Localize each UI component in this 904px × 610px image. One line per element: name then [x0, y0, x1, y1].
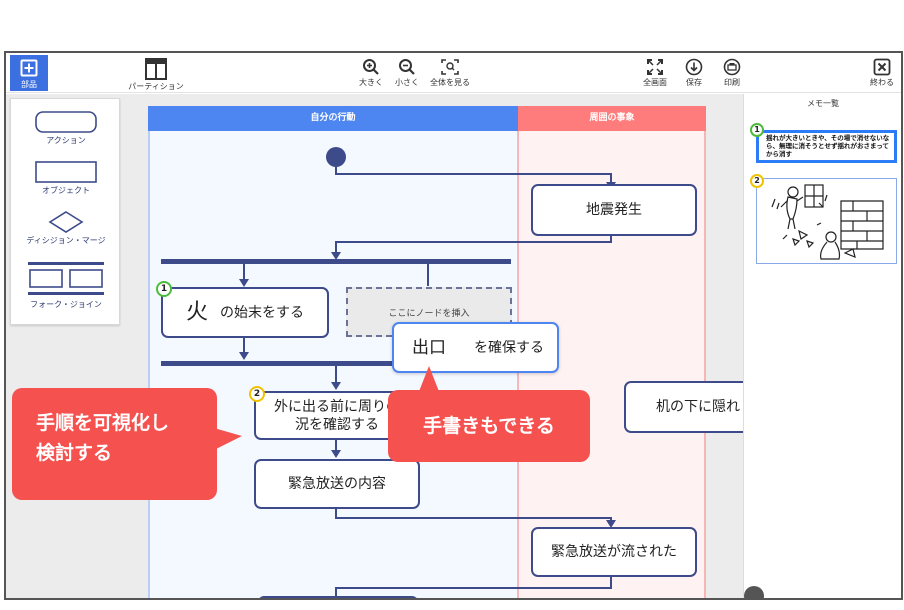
memo-panel-title: メモ一覧	[807, 99, 839, 108]
node-broadcast-played-label: 緊急放送が流された	[551, 544, 677, 560]
close-box-icon	[873, 58, 891, 76]
memo-badge-1[interactable]: 1	[156, 281, 172, 297]
fullscreen-label: 全画面	[643, 78, 667, 87]
handwritten-exit: 出口	[412, 337, 446, 358]
callout-pointer-right	[214, 428, 242, 450]
handwritten-fire: 火	[185, 299, 208, 325]
finish-label: 終わる	[870, 78, 894, 87]
save-button[interactable]: 保存	[679, 55, 709, 88]
partition-icon	[145, 58, 167, 80]
node-fire-label: の始末をする	[220, 304, 304, 321]
node-broadcast-content[interactable]: 緊急放送の内容	[254, 459, 420, 509]
palette-item-action[interactable]: アクション	[11, 111, 121, 146]
fullscreen-icon	[647, 59, 663, 75]
zoom-in-button[interactable]: 大きく	[356, 55, 386, 88]
placeholder-label: ここにノードを挿入	[388, 308, 470, 319]
palette-fork-label: フォーク・ジョイン	[30, 300, 102, 309]
callout-handwriting-text: 手書きもできる	[423, 415, 555, 437]
memo-panel: メモ一覧 揺れが大きいときや、その場で消せないなら、無理に消そうとせず揺れがおさ…	[743, 94, 901, 598]
callout-handwriting: 手書きもできる	[388, 366, 590, 462]
callout-visualize-line1: 手順を可視化し	[36, 412, 170, 434]
node-check-line2: 況を確認する	[295, 416, 379, 433]
parts-label: 部品	[21, 80, 37, 89]
palette-decision-label: ディシジョン・マージ	[26, 236, 106, 245]
toolbar: 部品 パーティション 大きく 小さく 全体を見る 全画面 保存 印刷 終わる	[6, 53, 901, 93]
memo-2-sketch	[771, 184, 884, 260]
print-button[interactable]: 印刷	[717, 55, 747, 88]
app-window: 部品 パーティション 大きく 小さく 全体を見る 全画面 保存 印刷 終わる 自…	[4, 51, 903, 600]
zoom-in-icon	[363, 59, 379, 75]
zoom-out-button[interactable]: 小さく	[392, 55, 422, 88]
partition-label: パーティション	[128, 82, 184, 91]
fullscreen-button[interactable]: 全画面	[640, 55, 670, 88]
plus-box-icon	[20, 59, 38, 77]
memo-2-badge: 2	[750, 174, 764, 188]
memo-item-2[interactable]	[756, 178, 897, 264]
partition-button[interactable]: パーティション	[126, 55, 186, 92]
finish-button[interactable]: 終わる	[867, 55, 897, 88]
parts-palette: アクション オブジェクト ディシジョン・マージ フォーク・ジョイン	[10, 98, 120, 325]
node-earthquake-label: 地震発生	[586, 202, 642, 218]
callout-pointer-up	[418, 366, 440, 394]
callout-visualize-text: 手順を可視化し 検討する	[36, 408, 169, 468]
node-hide-under-desk[interactable]: 机の下に隠れ	[624, 381, 743, 433]
palette-item-object[interactable]: オブジェクト	[11, 161, 121, 196]
node-partial-bottom[interactable]	[258, 596, 418, 598]
memo-badge-2[interactable]: 2	[249, 386, 265, 402]
fit-view-icon	[441, 59, 459, 75]
palette-action-label: アクション	[46, 136, 86, 145]
palette-item-decision[interactable]: ディシジョン・マージ	[11, 211, 121, 246]
node-earthquake[interactable]: 地震発生	[531, 184, 697, 236]
fork-join-icon	[28, 262, 104, 295]
palette-item-fork[interactable]: フォーク・ジョイン	[11, 261, 121, 310]
zoom-in-label: 大きく	[359, 78, 383, 87]
parts-button[interactable]: 部品	[10, 55, 48, 91]
panel-toggle-icon[interactable]	[744, 586, 764, 598]
node-exit-label: を確保する	[474, 339, 544, 356]
node-hide-label: 机の下に隠れ	[656, 399, 740, 415]
node-broadcast-content-label: 緊急放送の内容	[288, 476, 386, 492]
object-shape-icon	[35, 161, 97, 183]
fit-view-button[interactable]: 全体を見る	[426, 55, 474, 88]
save-label: 保存	[686, 78, 702, 87]
memo-item-1[interactable]: 揺れが大きいときや、その場で消せないなら、無理に消そうとせず揺れがおさまってから…	[756, 130, 897, 163]
print-label: 印刷	[724, 78, 740, 87]
callout-visualize: 手順を可視化し 検討する	[12, 388, 242, 500]
zoom-out-label: 小さく	[395, 78, 419, 87]
callout-visualize-line2: 検討する	[36, 442, 113, 464]
decision-diamond-icon	[48, 211, 84, 233]
fit-view-label: 全体を見る	[430, 78, 470, 87]
palette-object-label: オブジェクト	[42, 186, 90, 195]
printer-icon	[723, 58, 741, 76]
node-extinguish-fire[interactable]: 火 の始末をする	[161, 287, 329, 338]
diagram-canvas[interactable]: 自分の行動 周囲の事象 アクション オブジェクト ディシジョン・マージ フォーク…	[6, 94, 743, 598]
download-icon	[685, 58, 703, 76]
action-shape-icon	[35, 111, 97, 133]
node-broadcast-played[interactable]: 緊急放送が流された	[531, 527, 697, 577]
node-check-line1: 外に出る前に周りの	[274, 398, 400, 415]
zoom-out-icon	[399, 59, 415, 75]
memo-1-badge: 1	[750, 123, 764, 137]
memo-1-text: 揺れが大きいときや、その場で消せないなら、無理に消そうとせず揺れがおさまってから…	[766, 134, 890, 158]
